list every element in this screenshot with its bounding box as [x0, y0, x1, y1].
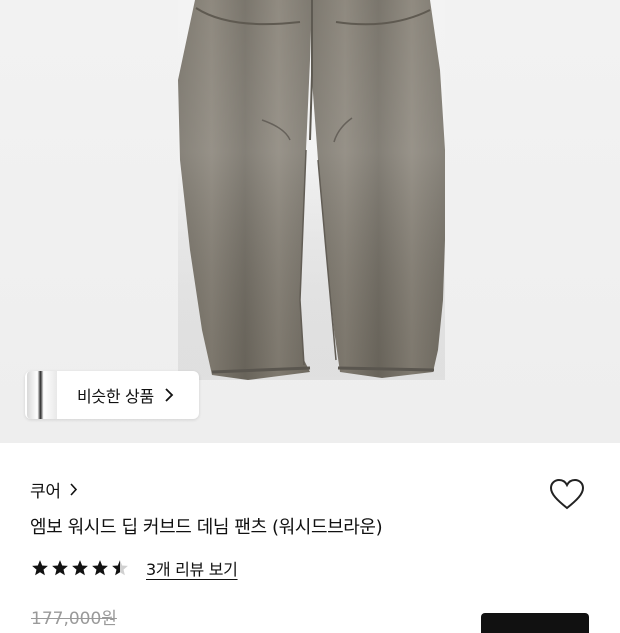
star-rating: [31, 559, 129, 577]
rating-row: 3개 리뷰 보기: [31, 555, 238, 581]
star-icon: [72, 560, 88, 576]
similar-products-button[interactable]: 비슷한 상품: [25, 371, 199, 419]
half-star-icon: [112, 560, 128, 576]
product-title: 엠보 워시드 딥 커브드 데님 팬츠 (워시드브라운): [30, 517, 383, 538]
product-image[interactable]: 비슷한 상품: [0, 0, 620, 443]
wishlist-heart-icon[interactable]: [547, 474, 587, 514]
similar-products-label: 비슷한 상품: [77, 387, 154, 406]
original-price: 177,000원: [31, 609, 117, 629]
review-link[interactable]: 3개 리뷰 보기: [146, 556, 238, 580]
chevron-right-icon: [69, 482, 78, 496]
star-icon: [52, 560, 68, 576]
similar-product-thumbnail: [27, 371, 57, 419]
buy-button[interactable]: [481, 613, 589, 633]
brand-link[interactable]: 쿠어: [30, 476, 78, 502]
chevron-right-icon: [164, 388, 174, 402]
star-icon: [92, 560, 108, 576]
brand-name: 쿠어: [30, 481, 61, 502]
star-icon: [32, 560, 48, 576]
